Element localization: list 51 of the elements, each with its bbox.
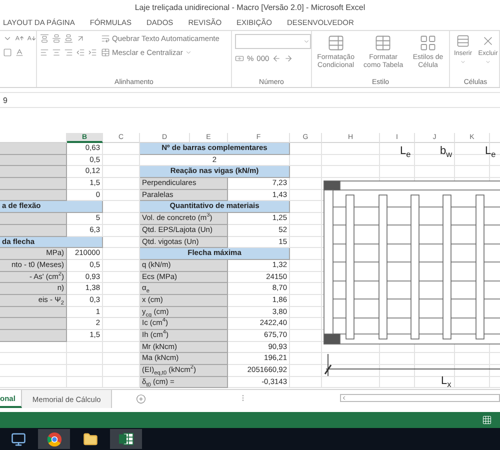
font-grow-icon[interactable] — [15, 34, 24, 43]
currency-icon[interactable] — [235, 54, 244, 63]
font-color-icon[interactable] — [15, 48, 24, 57]
align-bottom-icon[interactable] — [64, 34, 73, 43]
table-cell — [0, 318, 67, 330]
normal-view-icon[interactable] — [482, 415, 492, 425]
table-cell — [0, 306, 67, 318]
window-title: Laje treliçada unidirecional - Macro [Versão 2.0] - Microsoft Excel — [134, 2, 366, 12]
taskbar-button[interactable] — [38, 429, 70, 449]
dimension-label: b$_{w}$ — [440, 145, 452, 157]
taskbar-button[interactable] — [110, 429, 142, 449]
table-cell — [0, 224, 67, 236]
caret-icon — [184, 49, 192, 56]
computer-icon — [10, 432, 26, 446]
indent-decrease-icon[interactable] — [76, 48, 85, 57]
horizontal-scrollbar[interactable] — [340, 394, 500, 402]
scroll-left-icon[interactable] — [340, 395, 347, 401]
table-cell — [0, 190, 67, 202]
align-middle-icon[interactable] — [52, 34, 61, 43]
formula-value[interactable]: 9 — [3, 96, 8, 104]
table-cell — [0, 154, 67, 166]
table-cell — [0, 330, 67, 342]
border-icon[interactable] — [3, 48, 12, 57]
spreadsheet-icon — [118, 432, 134, 446]
table-cell — [0, 143, 67, 155]
dropdown-caret-icon[interactable] — [3, 34, 12, 43]
number-format-field[interactable] — [235, 34, 311, 49]
align-top-icon[interactable] — [40, 34, 49, 43]
table-cell — [0, 178, 67, 190]
table-style-icon — [374, 34, 392, 52]
insert-rows-icon — [456, 34, 470, 48]
table-cell — [0, 166, 67, 178]
table-style-icon — [419, 34, 438, 52]
add-sheet-icon[interactable] — [136, 394, 146, 404]
caret-icon — [485, 59, 491, 66]
browser-icon — [46, 432, 62, 446]
font-shrink-icon[interactable] — [27, 34, 36, 43]
indent-increase-icon[interactable] — [88, 48, 97, 57]
align-right-icon[interactable] — [64, 48, 73, 57]
merge-icon — [101, 48, 110, 57]
wrap-text-icon — [101, 34, 110, 43]
folder-icon — [82, 432, 98, 446]
dimension-label: L$_{e}$ — [485, 145, 496, 157]
caret-icon — [303, 38, 310, 45]
table-style-icon — [326, 34, 345, 52]
table-cell — [0, 213, 67, 225]
align-center-icon[interactable] — [52, 48, 61, 57]
align-left-icon[interactable] — [40, 48, 49, 57]
caret-icon — [460, 59, 466, 66]
dimension-label: L$_{x}$ — [441, 375, 452, 387]
dimension-label: L$_{e}$ — [400, 145, 411, 157]
